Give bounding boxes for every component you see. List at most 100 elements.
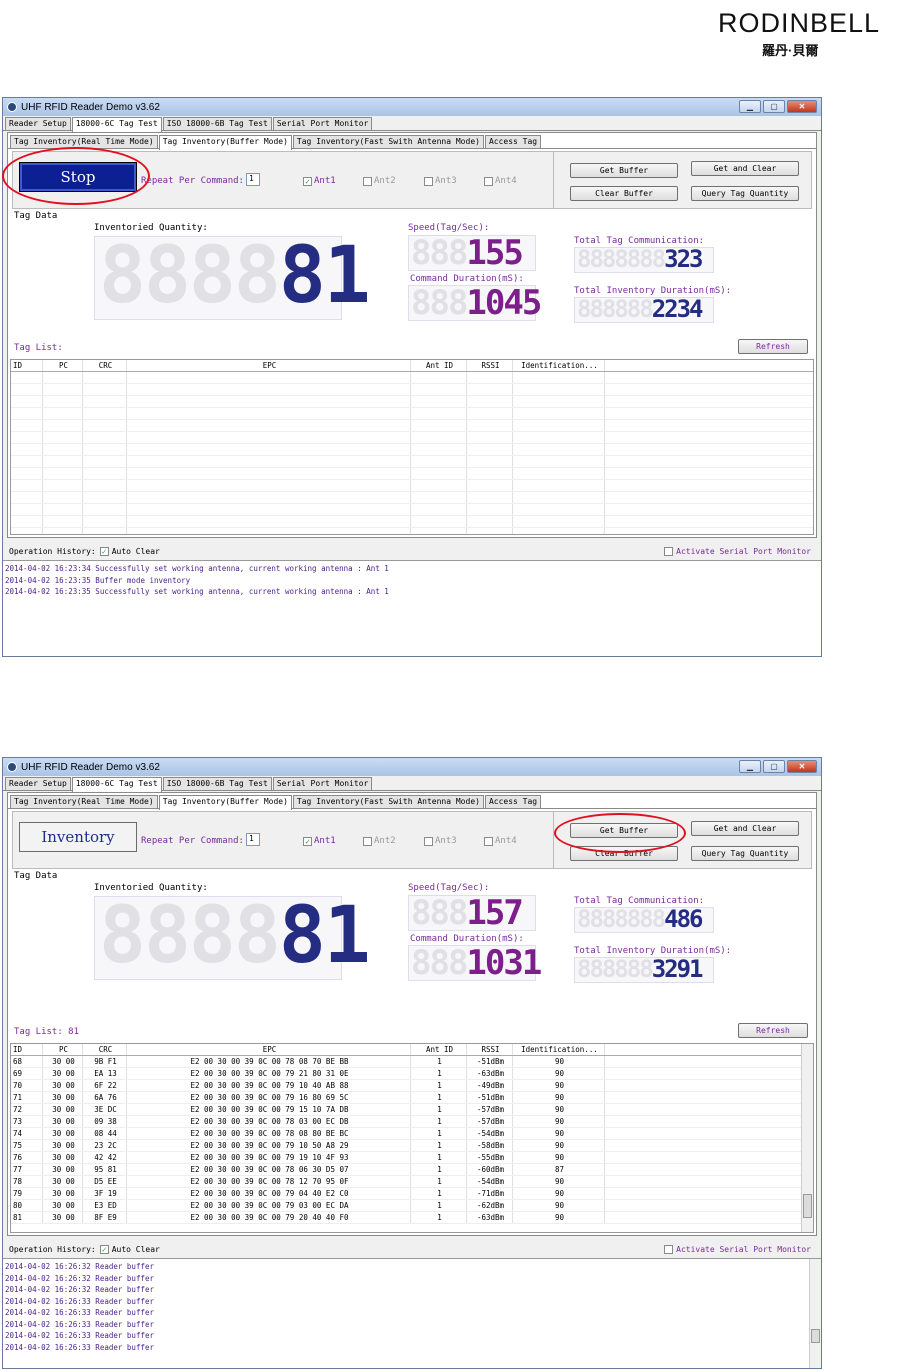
table-row[interactable]: 78 30 00 D5 EE E2 00 30 00 39 0C 00 78 12 7…: [11, 1176, 813, 1188]
repeat-per-command-input[interactable]: 1: [246, 173, 260, 186]
inventory-toggle-button[interactable]: Inventory: [19, 822, 137, 852]
inventoried-quantity-display: 8888 81: [94, 891, 371, 981]
log-scrollbar[interactable]: [809, 1259, 821, 1368]
stop-highlight-ring: [2, 147, 150, 205]
total-inventory-duration-value: 3291: [651, 955, 704, 983]
get-and-clear-button[interactable]: Get and Clear: [691, 161, 799, 176]
table-row[interactable]: 77 30 00 95 81 E2 00 30 00 39 0C 00 78 06 3…: [11, 1164, 813, 1176]
table-row[interactable]: 75 30 00 23 2C E2 00 30 00 39 0C 00 79 10 5…: [11, 1140, 813, 1152]
table-cell: 90: [513, 1104, 605, 1115]
auto-clear-checkbox[interactable]: ✓: [99, 1245, 109, 1254]
table-cell: 1: [411, 1164, 467, 1175]
get-buffer-button[interactable]: Get Buffer: [570, 163, 678, 178]
tag-list-table[interactable]: ID PC CRC EPC Ant ID RSSI Identification...: [10, 359, 814, 535]
table-cell: E2 00 30 00 39 0C 00 78 12 70 95 0F: [127, 1176, 411, 1187]
table-cell: 90: [513, 1128, 605, 1139]
table-cell: 1: [411, 1080, 467, 1091]
log-line: 2014-04-02 16:23:35 Buffer mode inventor…: [5, 575, 191, 585]
table-cell: 81: [11, 1212, 43, 1223]
tab-18000-6c[interactable]: 18000-6C Tag Test: [71, 117, 162, 132]
query-tag-quantity-button[interactable]: Query Tag Quantity: [691, 186, 799, 201]
table-cell: -57dBm: [467, 1104, 513, 1115]
table-row[interactable]: 79 30 00 3F 19 E2 00 30 00 39 0C 00 79 04 4…: [11, 1188, 813, 1200]
table-row[interactable]: 74 30 00 08 44 E2 00 30 00 39 0C 00 78 08 8…: [11, 1128, 813, 1140]
table-row[interactable]: 68 30 00 9B F1 E2 00 30 00 39 0C 00 78 08 7…: [11, 1056, 813, 1068]
activate-serial-monitor-checkbox[interactable]: Activate Serial Port Monitor: [664, 547, 811, 556]
tab-content: Tag Inventory(Real Time Mode) Tag Invent…: [7, 792, 817, 1236]
table-cell: 1: [411, 1128, 467, 1139]
operation-log[interactable]: 2014-04-02 16:23:34 Successfully set wor…: [3, 560, 821, 656]
table-row: [11, 468, 813, 480]
query-tag-quantity-button[interactable]: Query Tag Quantity: [691, 846, 799, 861]
minimize-button[interactable]: ▁: [739, 100, 761, 113]
maximize-button[interactable]: ▢: [763, 100, 785, 113]
table-row[interactable]: 73 30 00 09 38 E2 00 30 00 39 0C 00 78 03 0…: [11, 1116, 813, 1128]
subtab-fast-switch[interactable]: Tag Inventory(Fast Swith Antenna Mode): [292, 795, 484, 808]
subtab-access-tag[interactable]: Access Tag: [484, 135, 542, 148]
subtab-fast-switch[interactable]: Tag Inventory(Fast Swith Antenna Mode): [292, 135, 484, 148]
repeat-per-command-input[interactable]: 1: [246, 833, 260, 846]
activate-serial-monitor-checkbox[interactable]: Activate Serial Port Monitor: [664, 1245, 811, 1254]
subtab-buffer-mode[interactable]: Tag Inventory(Buffer Mode): [158, 135, 292, 150]
tab-reader-setup[interactable]: Reader Setup: [5, 117, 71, 130]
table-cell: 23 2C: [83, 1140, 127, 1151]
table-row[interactable]: 70 30 00 6F 22 E2 00 30 00 39 0C 00 79 10 4…: [11, 1080, 813, 1092]
table-row[interactable]: 72 30 00 3E DC E2 00 30 00 39 0C 00 79 15 1…: [11, 1104, 813, 1116]
table-cell: 1: [411, 1176, 467, 1187]
table-cell: -54dBm: [467, 1176, 513, 1187]
tab-18000-6c[interactable]: 18000-6C Tag Test: [71, 777, 162, 792]
log-line: 2014-04-02 16:26:33 Reader buffer: [5, 1319, 155, 1329]
subtab-real-time[interactable]: Tag Inventory(Real Time Mode): [10, 135, 158, 148]
table-cell: E2 00 30 00 39 0C 00 78 08 70 BE BB: [127, 1056, 411, 1067]
ant1-checkbox[interactable]: ✓ Ant1: [303, 176, 336, 186]
tag-data-label: Tag Data: [14, 871, 58, 881]
tag-list-table[interactable]: ID PC CRC EPC Ant ID RSSI Identification... 68…: [10, 1043, 814, 1233]
table-cell: E2 00 30 00 39 0C 00 79 10 50 A8 29: [127, 1140, 411, 1151]
get-and-clear-button[interactable]: Get and Clear: [691, 821, 799, 836]
subtab-buffer-mode[interactable]: Tag Inventory(Buffer Mode): [158, 795, 292, 810]
table-cell: 30 00: [43, 1164, 83, 1175]
tab-serial-port-monitor[interactable]: Serial Port Monitor: [272, 117, 373, 130]
operation-log[interactable]: 2014-04-02 16:26:32 Reader buffer 2014-04…: [3, 1258, 821, 1368]
tab-serial-port-monitor[interactable]: Serial Port Monitor: [272, 777, 373, 790]
ant2-checkbox[interactable]: Ant2: [363, 836, 396, 846]
refresh-button[interactable]: Refresh: [738, 339, 808, 354]
table-row[interactable]: 71 30 00 6A 76 E2 00 30 00 39 0C 00 79 16 8…: [11, 1092, 813, 1104]
close-button[interactable]: ✕: [787, 760, 817, 773]
subtab-real-time[interactable]: Tag Inventory(Real Time Mode): [10, 795, 158, 808]
maximize-button[interactable]: ▢: [763, 760, 785, 773]
ant3-checkbox[interactable]: Ant3: [424, 836, 457, 846]
minimize-button[interactable]: ▁: [739, 760, 761, 773]
ant3-checkbox[interactable]: Ant3: [424, 176, 457, 186]
ant1-checkbox[interactable]: ✓ Ant1: [303, 836, 336, 846]
auto-clear-checkbox[interactable]: ✓: [99, 547, 109, 556]
table-cell: 3F 19: [83, 1188, 127, 1199]
table-cell: 90: [513, 1176, 605, 1187]
table-row[interactable]: 76 30 00 42 42 E2 00 30 00 39 0C 00 79 19 1…: [11, 1152, 813, 1164]
refresh-button[interactable]: Refresh: [738, 1023, 808, 1038]
subtab-access-tag[interactable]: Access Tag: [484, 795, 542, 808]
ant4-checkbox[interactable]: Ant4: [484, 176, 517, 186]
app-title: UHF RFID Reader Demo v3.62: [21, 761, 160, 773]
log-line: 2014-04-02 16:26:32 Reader buffer: [5, 1273, 155, 1283]
tab-iso-18000-6b[interactable]: ISO 18000-6B Tag Test: [162, 777, 272, 790]
table-cell: 90: [513, 1092, 605, 1103]
table-cell: E2 00 30 00 39 0C 00 79 19 10 4F 93: [127, 1152, 411, 1163]
table-cell: E2 00 30 00 39 0C 00 79 15 10 7A DB: [127, 1104, 411, 1115]
table-row[interactable]: 69 30 00 EA 13 E2 00 30 00 39 0C 00 79 21 8…: [11, 1068, 813, 1080]
table-cell: 30 00: [43, 1176, 83, 1187]
total-inventory-duration-value: 2234: [651, 295, 704, 323]
ant4-checkbox[interactable]: Ant4: [484, 836, 517, 846]
tab-reader-setup[interactable]: Reader Setup: [5, 777, 71, 790]
table-row[interactable]: 80 30 00 E3 ED E2 00 30 00 39 0C 00 79 03 0…: [11, 1200, 813, 1212]
close-button[interactable]: ✕: [787, 100, 817, 113]
table-cell: -51dBm: [467, 1092, 513, 1103]
tab-iso-18000-6b[interactable]: ISO 18000-6B Tag Test: [162, 117, 272, 130]
table-row[interactable]: 81 30 00 8F E9 E2 00 30 00 39 0C 00 79 20 4…: [11, 1212, 813, 1224]
table-cell: E2 00 30 00 39 0C 00 79 16 80 69 5C: [127, 1092, 411, 1103]
table-cell: -71dBm: [467, 1188, 513, 1199]
ant2-checkbox[interactable]: Ant2: [363, 176, 396, 186]
clear-buffer-button[interactable]: Clear Buffer: [570, 186, 678, 201]
inventoried-quantity-display: 8888 81: [94, 231, 371, 321]
table-scrollbar[interactable]: [801, 1044, 813, 1232]
